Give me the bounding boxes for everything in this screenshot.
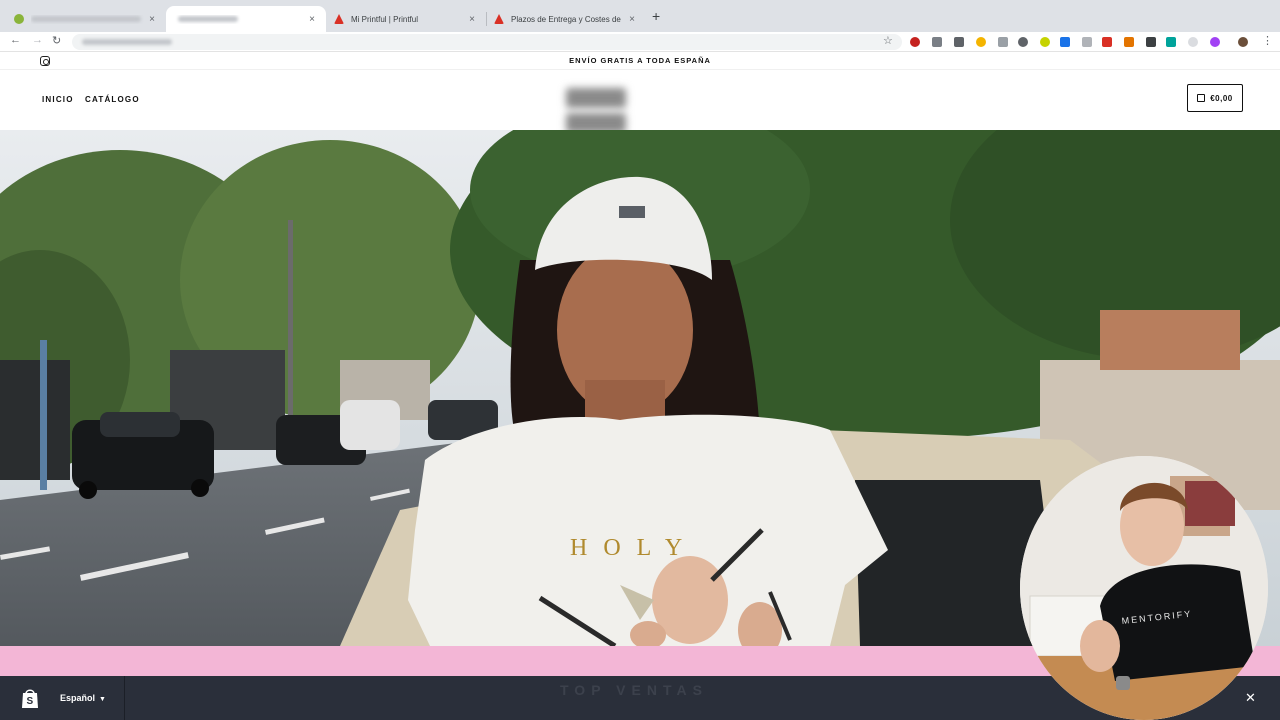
forward-arrow-icon[interactable]: → <box>32 34 43 46</box>
extension-icon[interactable] <box>954 37 964 47</box>
close-tab-icon[interactable]: × <box>146 14 158 25</box>
extension-icon[interactable] <box>1146 37 1156 47</box>
tab-title: Mi Printful | Printful <box>351 14 418 24</box>
extension-icon[interactable] <box>998 37 1008 47</box>
extension-icon[interactable] <box>1060 37 1070 47</box>
extension-icon[interactable] <box>932 37 942 47</box>
announcement-text: ENVÍO GRATIS A TODA ESPAÑA <box>569 56 711 65</box>
tab-favicon <box>14 14 24 24</box>
extension-icon[interactable] <box>910 37 920 47</box>
cart-button[interactable]: €0,00 <box>1187 84 1243 112</box>
browser-tab-active[interactable]: × <box>166 6 326 32</box>
close-icon[interactable]: ✕ <box>1245 690 1256 706</box>
language-label: Español <box>60 693 96 703</box>
browser-tab-printful[interactable]: Mi Printful | Printful × <box>326 6 486 32</box>
close-tab-icon[interactable]: × <box>306 14 318 25</box>
svg-text:S: S <box>27 696 34 707</box>
nav-link-home[interactable]: INICIO <box>42 95 74 104</box>
extension-icon[interactable] <box>976 37 986 47</box>
extension-icon[interactable] <box>1102 37 1112 47</box>
shopify-bag-icon[interactable]: S <box>20 687 40 709</box>
chevron-down-icon: ▼ <box>99 696 106 703</box>
hero-shirt-text: HOLY <box>570 535 698 561</box>
printful-favicon-icon <box>334 14 344 24</box>
extension-icon[interactable] <box>1124 37 1134 47</box>
announcement-bar: ENVÍO GRATIS A TODA ESPAÑA <box>0 52 1280 70</box>
extension-icon[interactable] <box>1210 37 1220 47</box>
browser-tab-strip: × × Mi Printful | Printful × Plazos de E… <box>0 0 1280 32</box>
extension-icon[interactable] <box>1018 37 1028 47</box>
close-tab-icon[interactable]: × <box>626 14 638 25</box>
shopping-bag-icon <box>1197 94 1206 102</box>
address-bar[interactable] <box>72 34 902 50</box>
back-arrow-icon[interactable]: ← <box>10 34 21 46</box>
store-logo-blurred[interactable] <box>566 88 712 133</box>
language-selector[interactable]: Español ▼ <box>60 693 106 703</box>
browser-tab-plazos[interactable]: Plazos de Entrega y Costes de × <box>486 6 646 32</box>
url-blurred <box>82 39 172 45</box>
presenter-video: MENTORIFY <box>1020 456 1268 720</box>
close-tab-icon[interactable]: × <box>466 14 478 25</box>
tab-title: Plazos de Entrega y Costes de <box>511 14 621 24</box>
extension-icon[interactable] <box>1166 37 1176 47</box>
profile-avatar[interactable] <box>1238 37 1248 47</box>
extension-icon[interactable] <box>1082 37 1092 47</box>
browser-tab-1[interactable]: × <box>6 6 166 32</box>
bookmark-star-icon[interactable]: ☆ <box>883 34 893 47</box>
tab-title-blurred <box>31 15 141 22</box>
cart-total: €0,00 <box>1210 93 1233 103</box>
browser-toolbar: ← → ↻ ☆ ⋮ <box>0 32 1280 52</box>
nav-link-catalog[interactable]: CATÁLOGO <box>85 95 140 104</box>
tab-title-blurred <box>178 15 238 22</box>
section-heading-behind-bar: TOP VENTAS <box>560 682 708 698</box>
menu-kebab-icon[interactable]: ⋮ <box>1262 34 1273 47</box>
extension-icon[interactable] <box>1040 37 1050 47</box>
reload-icon[interactable]: ↻ <box>52 34 61 47</box>
printful-favicon-icon <box>494 14 504 24</box>
extension-icon[interactable] <box>1188 37 1198 47</box>
store-header: INICIO CATÁLOGO €0,00 <box>0 70 1280 133</box>
new-tab-button[interactable]: + <box>652 8 660 24</box>
webcam-overlay: MENTORIFY <box>1020 456 1268 720</box>
